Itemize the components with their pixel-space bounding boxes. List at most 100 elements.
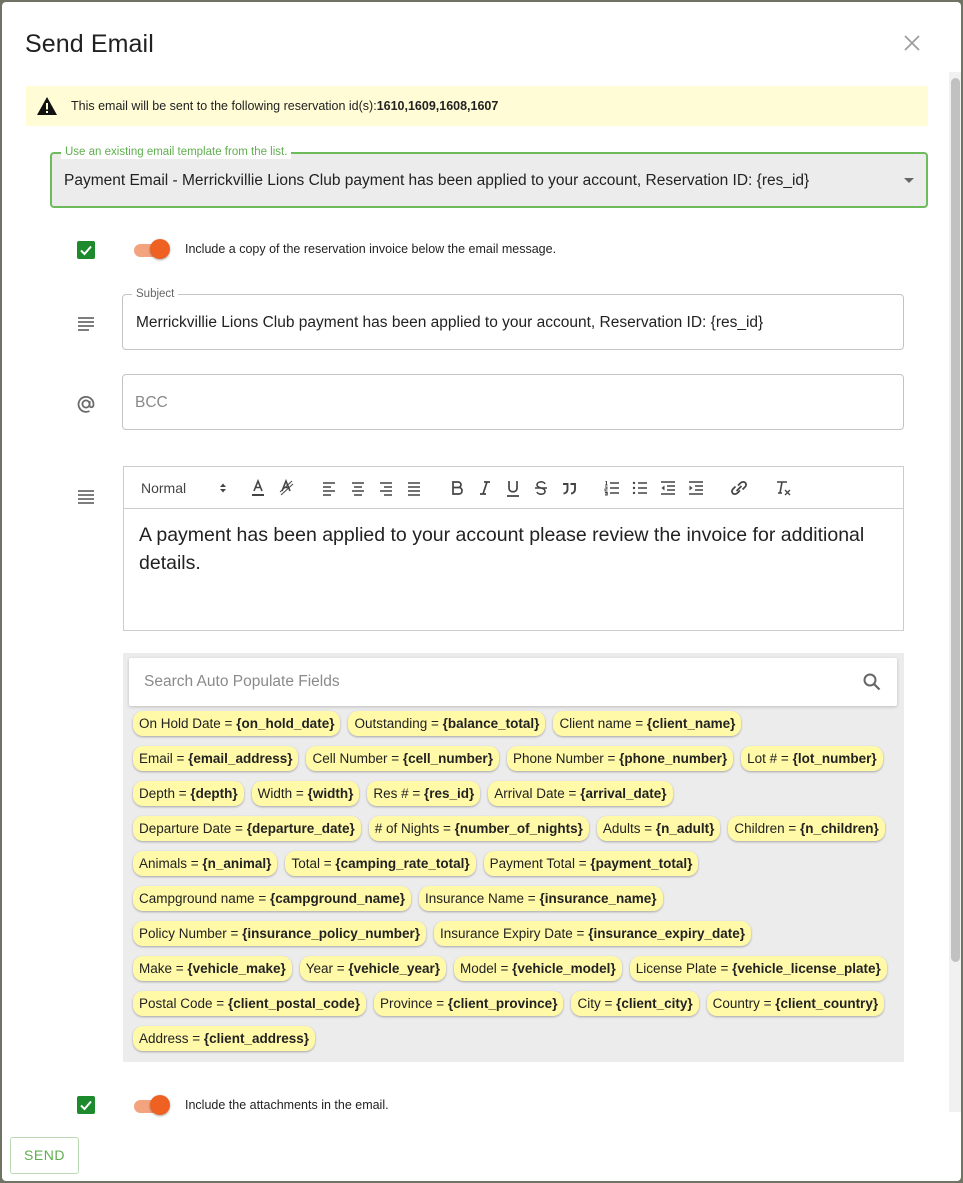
chip-label: Insurance Expiry Date =: [440, 926, 589, 941]
auto-populate-chip[interactable]: City = {client_city}: [571, 991, 699, 1016]
background-color-icon[interactable]: [277, 478, 295, 498]
email-body-text[interactable]: A payment has been applied to your accou…: [139, 521, 889, 577]
scrollbar-thumb[interactable]: [951, 78, 960, 962]
close-icon[interactable]: [899, 30, 925, 56]
chip-token: {width}: [307, 786, 354, 801]
auto-populate-chip[interactable]: Email = {email_address}: [133, 746, 299, 771]
chip-row: Departure Date = {departure_date} # of Ni…: [133, 816, 898, 841]
chip-label: Width =: [257, 786, 308, 801]
auto-populate-chip[interactable]: Year = {vehicle_year}: [299, 956, 446, 981]
attachments-toggle[interactable]: [132, 1094, 172, 1116]
auto-populate-chip[interactable]: Model = {vehicle_model}: [453, 956, 622, 981]
auto-populate-search-input[interactable]: [144, 671, 844, 693]
auto-populate-chip[interactable]: Depth = {depth}: [133, 781, 244, 806]
subject-label: Subject: [132, 287, 179, 301]
align-justify-icon[interactable]: [405, 478, 423, 498]
subject-field[interactable]: Subject Merrickvillie Lions Club payment…: [122, 287, 904, 350]
chip-label: Email =: [139, 751, 189, 766]
chip-label: Total =: [291, 856, 336, 871]
auto-populate-chip[interactable]: Policy Number = {insurance_policy_number…: [133, 921, 426, 946]
auto-populate-chip[interactable]: Phone Number = {phone_number}: [506, 746, 734, 771]
attachments-checkbox[interactable]: [77, 1096, 95, 1114]
auto-populate-chip[interactable]: Payment Total = {payment_total}: [483, 851, 699, 876]
auto-populate-chip[interactable]: Outstanding = {balance_total}: [348, 711, 546, 736]
auto-populate-chip[interactable]: Address = {client_address}: [133, 1026, 315, 1051]
chip-token: {n_animal}: [202, 856, 272, 871]
auto-populate-chip[interactable]: Width = {width}: [251, 781, 360, 806]
bullet-list-icon[interactable]: [631, 478, 649, 498]
auto-populate-chip[interactable]: Postal Code = {client_postal_code}: [133, 991, 366, 1016]
chip-label: Insurance Name =: [425, 891, 540, 906]
template-select[interactable]: Use an existing email template from the …: [50, 145, 928, 208]
chip-row: Address = {client_address}: [133, 1026, 898, 1051]
chip-row: Animals = {n_animal} Total = {camping_rat…: [133, 851, 898, 876]
auto-populate-search[interactable]: [129, 658, 897, 706]
chip-label: Client name =: [559, 716, 647, 731]
auto-populate-chip[interactable]: Make = {vehicle_make}: [133, 956, 292, 981]
chip-label: Province =: [379, 996, 448, 1011]
strikethrough-icon[interactable]: [532, 478, 550, 498]
auto-populate-chip[interactable]: Client name = {client_name}: [553, 711, 742, 736]
chip-token: {client_country}: [775, 996, 879, 1011]
outdent-icon[interactable]: [659, 478, 677, 498]
align-left-icon[interactable]: [320, 478, 338, 498]
auto-populate-chip[interactable]: Province = {client_province}: [373, 991, 564, 1016]
chip-label: Animals =: [139, 856, 203, 871]
editor-toolbar: Normal: [124, 467, 903, 509]
auto-populate-chip[interactable]: Children = {n_children}: [728, 816, 885, 841]
align-center-icon[interactable]: [349, 478, 367, 498]
chip-token: {number_of_nights}: [454, 821, 583, 836]
bold-icon[interactable]: [448, 478, 466, 498]
text-color-icon[interactable]: [249, 478, 267, 498]
search-icon[interactable]: [862, 672, 882, 692]
align-right-icon[interactable]: [377, 478, 395, 498]
underline-icon[interactable]: [504, 478, 522, 498]
chip-label: Campground name =: [139, 891, 270, 906]
chip-row: Make = {vehicle_make} Year = {vehicle_yea…: [133, 956, 898, 981]
bcc-input[interactable]: [135, 392, 885, 414]
blockquote-icon[interactable]: [560, 478, 578, 498]
auto-populate-chip[interactable]: Lot # = {lot_number}: [741, 746, 883, 771]
chip-token: {balance_total}: [442, 716, 540, 731]
link-icon[interactable]: [730, 478, 748, 498]
clear-format-icon[interactable]: [774, 478, 792, 498]
auto-populate-chip[interactable]: Adults = {n_adult}: [596, 816, 721, 841]
auto-populate-chip[interactable]: Insurance Name = {insurance_name}: [419, 886, 663, 911]
chip-token: {lot_number}: [792, 751, 877, 766]
italic-icon[interactable]: [476, 478, 494, 498]
chip-token: {vehicle_year}: [348, 961, 440, 976]
indent-icon[interactable]: [687, 478, 705, 498]
auto-populate-chip[interactable]: Insurance Expiry Date = {insurance_expir…: [434, 921, 752, 946]
send-button[interactable]: SEND: [10, 1137, 79, 1174]
chip-token: {client_name}: [646, 716, 736, 731]
auto-populate-chip[interactable]: License Plate = {vehicle_license_plate}: [629, 956, 887, 981]
auto-populate-chip[interactable]: Cell Number = {cell_number}: [306, 746, 499, 771]
auto-populate-chip[interactable]: Animals = {n_animal}: [133, 851, 278, 876]
bcc-field[interactable]: [122, 374, 904, 430]
auto-populate-chip[interactable]: Arrival Date = {arrival_date}: [488, 781, 673, 806]
format-select[interactable]: Normal: [141, 478, 227, 498]
auto-populate-chip[interactable]: # of Nights = {number_of_nights}: [368, 816, 589, 841]
auto-populate-chip[interactable]: Departure Date = {departure_date}: [133, 816, 361, 841]
auto-populate-chip[interactable]: On Hold Date = {on_hold_date}: [133, 711, 341, 736]
chip-label: City =: [577, 996, 617, 1011]
chip-token: {n_children}: [800, 821, 879, 836]
chip-label: Lot # =: [747, 751, 793, 766]
toggle-knob: [150, 239, 170, 259]
chip-token: {insurance_policy_number}: [242, 926, 420, 941]
auto-populate-chip[interactable]: Country = {client_country}: [706, 991, 885, 1016]
invoice-checkbox[interactable]: [77, 241, 95, 259]
chip-token: {arrival_date}: [580, 786, 667, 801]
dropdown-arrow-icon[interactable]: [904, 178, 914, 183]
auto-populate-chip[interactable]: Campground name = {campground_name}: [133, 886, 411, 911]
chip-label: Adults =: [602, 821, 656, 836]
chip-label: Postal Code =: [139, 996, 228, 1011]
dialog-title: Send Email: [25, 30, 154, 58]
chip-label: Departure Date =: [139, 821, 247, 836]
invoice-toggle[interactable]: [132, 238, 172, 260]
auto-populate-chip[interactable]: Total = {camping_rate_total}: [285, 851, 476, 876]
chip-token: {insurance_name}: [539, 891, 657, 906]
chip-label: Children =: [734, 821, 801, 836]
auto-populate-chip[interactable]: Res # = {res_id}: [367, 781, 481, 806]
ordered-list-icon[interactable]: [603, 478, 621, 498]
